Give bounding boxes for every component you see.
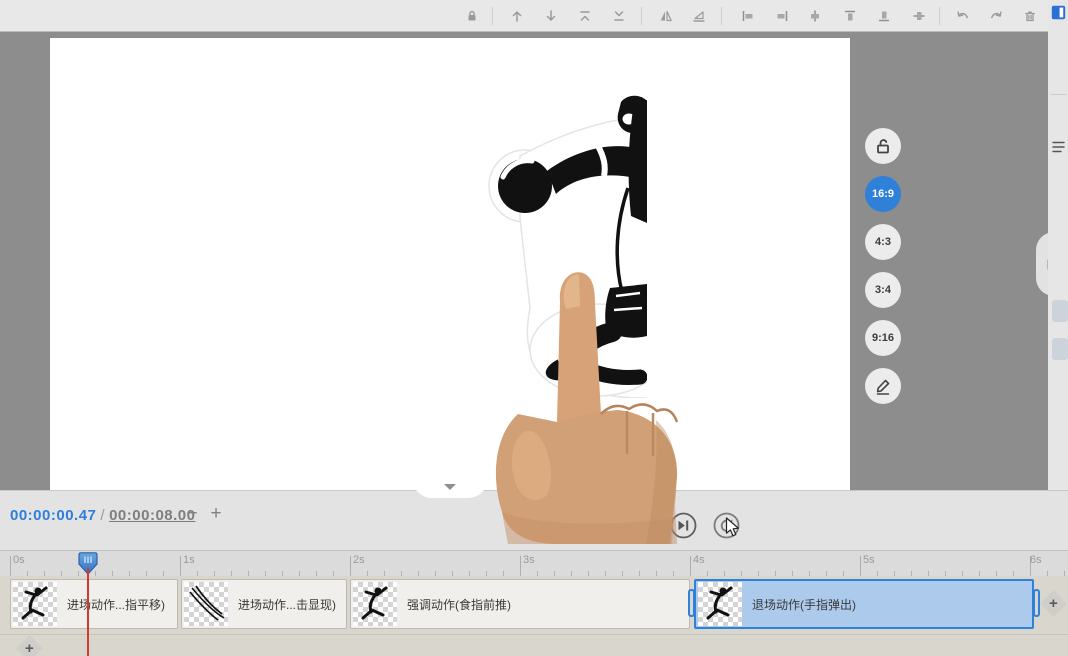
right-panel-strip — [1048, 0, 1068, 490]
aspect-16-9-button[interactable]: 16:9 — [865, 176, 901, 212]
timeline-zoom-out-button[interactable]: − — [183, 503, 201, 525]
workspace: 16:9 4:3 3:4 9:16 — [0, 32, 1068, 490]
aspect-3-4-label: 3:4 — [875, 284, 891, 296]
skip-to-start-button[interactable] — [586, 512, 613, 539]
flip-horizontal-icon[interactable] — [654, 4, 678, 28]
clip-entrance-tap[interactable]: 进场动作...击显现) — [181, 579, 347, 629]
canvas-pulltab[interactable] — [412, 478, 488, 498]
clip-thumbnail — [353, 582, 397, 626]
toolbar-divider — [641, 7, 642, 25]
send-to-back-icon[interactable] — [607, 4, 631, 28]
pencil-icon — [873, 376, 893, 396]
panel-item[interactable] — [1052, 300, 1068, 322]
aspect-4-3-button[interactable]: 4:3 — [865, 224, 901, 260]
clip-entrance-pan[interactable]: 进场动作...指平移) — [10, 579, 178, 629]
clip-thumbnail — [698, 582, 742, 626]
ruler-label-2s: 2s — [353, 554, 365, 566]
replay-button[interactable] — [713, 512, 740, 539]
redo-icon[interactable] — [984, 4, 1008, 28]
ruler-label-5s: 5s — [863, 554, 875, 566]
toolbar-divider — [939, 7, 940, 25]
ruler-label-1s: 1s — [183, 554, 195, 566]
pause-button[interactable] — [626, 510, 657, 541]
clip-emphasis-push[interactable]: 强调动作(食指前推) — [350, 579, 690, 629]
timeline-second-track: + — [0, 634, 1068, 656]
clip-thumbnail — [184, 582, 228, 626]
aspect-16-9-label: 16:9 — [872, 188, 894, 200]
edit-canvas-button[interactable] — [865, 368, 901, 404]
figure-illustration — [50, 38, 850, 490]
undo-icon[interactable] — [950, 4, 974, 28]
add-track-button[interactable]: + — [16, 635, 43, 656]
aspect-9-16-label: 9:16 — [872, 332, 894, 344]
aspect-4-3-label: 4:3 — [875, 236, 891, 248]
unlock-icon — [873, 136, 893, 156]
time-separator: / — [96, 507, 109, 524]
lock-icon[interactable] — [460, 4, 484, 28]
move-up-icon[interactable] — [505, 4, 529, 28]
aspect-3-4-button[interactable]: 3:4 — [865, 272, 901, 308]
top-toolbar — [0, 0, 1068, 32]
current-time: 00:00:00.47 — [10, 507, 96, 524]
add-clip-button[interactable]: + — [1040, 590, 1067, 617]
playback-bar: 00:00:00.47/00:00:08.00 − + — [0, 490, 1068, 550]
playhead-line — [87, 568, 89, 656]
canvas-unlock-button[interactable] — [865, 128, 901, 164]
list-icon[interactable] — [1052, 140, 1065, 154]
skip-to-end-icon — [670, 512, 697, 539]
clip-label: 进场动作...击显现) — [238, 596, 336, 613]
toolbar-divider — [492, 7, 493, 25]
clip-label: 进场动作...指平移) — [67, 596, 165, 613]
pause-icon — [626, 510, 657, 541]
replay-icon — [713, 512, 740, 539]
panel-item[interactable] — [1052, 338, 1068, 360]
align-right-icon[interactable] — [770, 4, 794, 28]
animation-canvas[interactable] — [50, 38, 850, 490]
panel-icon[interactable] — [1051, 5, 1066, 20]
ruler-label-0s: 0s — [13, 554, 25, 566]
toolbar-divider — [721, 7, 722, 25]
delete-icon[interactable] — [1018, 4, 1042, 28]
plus-icon: + — [25, 641, 34, 656]
align-center-horizontal-icon[interactable] — [803, 4, 827, 28]
clip-label: 强调动作(食指前推) — [407, 596, 511, 613]
align-top-icon[interactable] — [838, 4, 862, 28]
bring-to-front-icon[interactable] — [573, 4, 597, 28]
timeline-clips-area: 进场动作...指平移) 进场动作...击显现) 强调动作(食指前推) 退场动作(… — [0, 576, 1068, 656]
align-left-icon[interactable] — [736, 4, 760, 28]
animation-editor-window: 16:9 4:3 3:4 9:16 00:00:00.47/00:00:08.0… — [0, 0, 1068, 656]
clip-trim-handle-left[interactable] — [688, 589, 695, 617]
skip-to-end-button[interactable] — [670, 512, 697, 539]
clip-exit-flick[interactable]: 退场动作(手指弹出) — [694, 579, 1034, 629]
ruler-label-6s: 6s — [1030, 554, 1042, 566]
aspect-9-16-button[interactable]: 9:16 — [865, 320, 901, 356]
ruler-label-4s: 4s — [693, 554, 705, 566]
move-down-icon[interactable] — [539, 4, 563, 28]
strip-divider — [1050, 94, 1066, 95]
skip-to-start-icon — [586, 512, 613, 539]
timeline-ruler[interactable]: 0s 1s 2s 3s 4s 5s 6s — [0, 550, 1068, 576]
align-middle-vertical-icon[interactable] — [907, 4, 931, 28]
chevron-down-icon — [444, 484, 456, 490]
timeline-zoom-in-button[interactable]: + — [207, 503, 225, 525]
time-display: 00:00:00.47/00:00:08.00 — [10, 507, 195, 524]
align-bottom-icon[interactable] — [872, 4, 896, 28]
ruler-label-3s: 3s — [523, 554, 535, 566]
clip-thumbnail — [13, 582, 57, 626]
plus-icon: + — [1049, 596, 1058, 611]
clip-label: 退场动作(手指弹出) — [752, 596, 856, 613]
flip-vertical-icon[interactable] — [687, 4, 711, 28]
